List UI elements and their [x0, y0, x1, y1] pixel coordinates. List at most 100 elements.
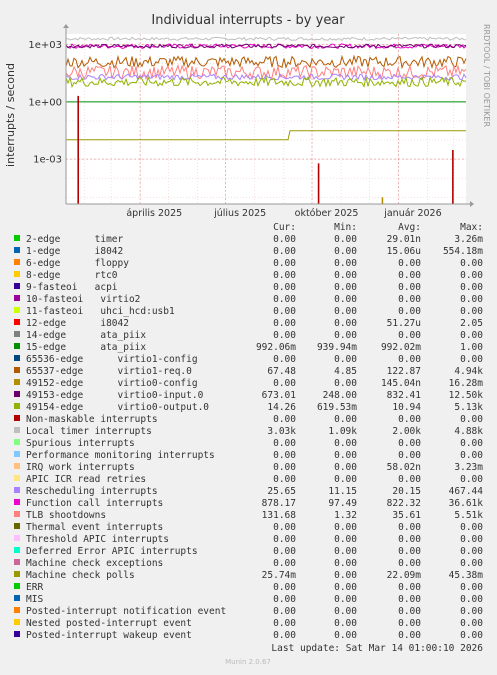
- legend-value: 1.32: [334, 510, 357, 521]
- legend-value: 145.04n: [381, 378, 421, 389]
- legend-value: 992.06m: [256, 342, 296, 353]
- legend-swatch: [14, 523, 20, 529]
- legend-value: 0.00: [460, 354, 483, 365]
- legend-swatch: [14, 367, 20, 373]
- legend-value: 0.00: [334, 570, 357, 581]
- legend-value: 0.00: [398, 414, 421, 425]
- legend-value: 554.18m: [443, 246, 483, 257]
- legend-swatch: [14, 511, 20, 517]
- legend-value: 0.00: [460, 306, 483, 317]
- legend-swatch: [14, 283, 20, 289]
- legend-value: 0.00: [273, 414, 296, 425]
- legend-value: 29.01n: [387, 234, 421, 245]
- legend-label: 1-edge i8042: [26, 246, 123, 257]
- legend-swatch: [14, 487, 20, 493]
- legend-swatch: [14, 319, 20, 325]
- legend-value: 0.00: [334, 450, 357, 461]
- legend-swatch: [14, 583, 20, 589]
- legend-label: Posted-interrupt notification event: [26, 606, 226, 617]
- legend-swatch: [14, 415, 20, 421]
- legend-value: 2.05: [460, 318, 483, 329]
- legend-value: 0.00: [273, 258, 296, 269]
- column-header: Max:: [460, 222, 483, 233]
- legend-label: Deferred Error APIC interrupts: [26, 546, 198, 557]
- legend-value: 822.32: [387, 498, 421, 509]
- legend-swatch: [14, 499, 20, 505]
- legend-value: 0.00: [334, 258, 357, 269]
- x-axis-arrow: [470, 201, 474, 207]
- legend-swatch: [14, 439, 20, 445]
- y-axis-arrow: [63, 24, 69, 28]
- legend-value: 0.00: [460, 450, 483, 461]
- legend-value: 0.00: [460, 618, 483, 629]
- legend-value: 0.00: [334, 330, 357, 341]
- legend-swatch: [14, 559, 20, 565]
- y-axis-label: interrupts / second: [4, 63, 17, 167]
- legend-value: 0.00: [273, 306, 296, 317]
- legend-label: 14-edge ata_piix: [26, 330, 146, 341]
- munin-version: Munin 2.0.67: [225, 658, 271, 666]
- legend-label: APIC ICR read retries: [26, 474, 146, 485]
- legend-value: 0.00: [398, 618, 421, 629]
- legend: 2-edge timer 0.00 0.00 29.01n 3.26m1-edge i8…: [14, 234, 483, 641]
- legend-value: 0.00: [334, 354, 357, 365]
- legend-value: 0.00: [273, 522, 296, 533]
- legend-value: 0.00: [273, 234, 296, 245]
- legend-swatch: [14, 343, 20, 349]
- legend-label: Spurious interrupts: [26, 438, 135, 449]
- legend-value: 10.94: [392, 402, 421, 413]
- legend-value: 0.00: [398, 282, 421, 293]
- legend-value: 619.53m: [317, 402, 357, 413]
- legend-value: 3.03k: [267, 426, 296, 437]
- legend-value: 16.28m: [449, 378, 484, 389]
- legend-value: 0.00: [334, 294, 357, 305]
- legend-value: 0.00: [398, 594, 421, 605]
- legend-value: 0.00: [460, 474, 483, 485]
- legend-value: 0.00: [460, 546, 483, 557]
- legend-label: Machine check exceptions: [26, 558, 163, 569]
- legend-value: 0.00: [334, 282, 357, 293]
- legend-value: 992.02m: [381, 342, 421, 353]
- legend-value: 0.00: [460, 330, 483, 341]
- legend-column-headers: Cur: Min: Avg: Max:: [273, 222, 483, 233]
- legend-value: 0.00: [398, 258, 421, 269]
- legend-swatch: [14, 475, 20, 481]
- legend-label: 65537-edge virtio1-req.0: [26, 366, 192, 377]
- legend-value: 0.00: [273, 462, 296, 473]
- legend-value: 0.00: [398, 294, 421, 305]
- legend-value: 0.00: [398, 354, 421, 365]
- munin-graph: Individual interrupts - by year interrup…: [0, 0, 497, 671]
- legend-value: 0.00: [398, 534, 421, 545]
- legend-value: 0.00: [460, 258, 483, 269]
- legend-label: 12-edge i8042: [26, 318, 129, 329]
- y-tick-label: 1e+03: [28, 40, 62, 51]
- legend-swatch: [14, 391, 20, 397]
- legend-label: 49154-edge virtio0-output.0: [26, 402, 209, 413]
- legend-swatch: [14, 631, 20, 637]
- legend-value: 0.00: [460, 438, 483, 449]
- legend-value: 0.00: [398, 582, 421, 593]
- legend-label: Rescheduling interrupts: [26, 486, 158, 497]
- legend-value: 0.00: [398, 450, 421, 461]
- legend-swatch: [14, 295, 20, 301]
- column-header: Avg:: [398, 222, 421, 233]
- legend-swatch: [14, 427, 20, 433]
- legend-label: 2-edge timer: [26, 234, 124, 245]
- legend-value: 0.00: [334, 594, 357, 605]
- legend-value: 5.51k: [454, 510, 483, 521]
- legend-value: 0.00: [334, 462, 357, 473]
- legend-value: 248.00: [323, 390, 358, 401]
- legend-value: 0.00: [334, 474, 357, 485]
- legend-label: 10-fasteoi virtio2: [26, 294, 140, 305]
- legend-value: 0.00: [334, 246, 357, 257]
- legend-value: 0.00: [334, 630, 357, 641]
- legend-label: 49152-edge virtio0-config: [26, 378, 198, 389]
- legend-label: Local timer interrupts: [26, 426, 152, 437]
- legend-value: 0.00: [273, 378, 296, 389]
- legend-swatch: [14, 451, 20, 457]
- legend-value: 0.00: [460, 534, 483, 545]
- legend-swatch: [14, 403, 20, 409]
- legend-swatch: [14, 607, 20, 613]
- legend-value: 467.44: [449, 486, 484, 497]
- legend-value: 0.00: [334, 546, 357, 557]
